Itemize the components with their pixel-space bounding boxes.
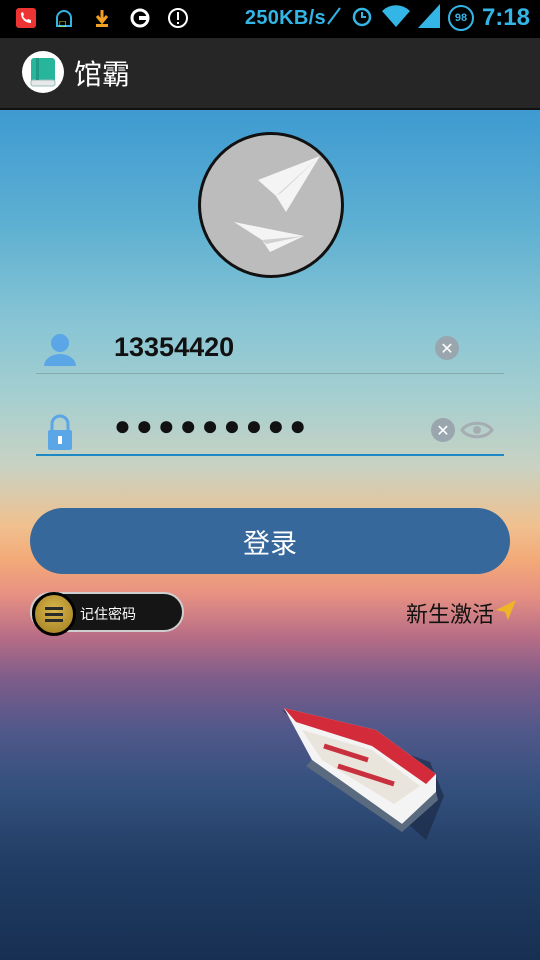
clear-username-icon[interactable]: ✕ (435, 336, 459, 360)
password-field[interactable]: ●●●●●●●●● ✕ (36, 410, 504, 456)
toggle-knob-icon[interactable] (32, 592, 76, 636)
lock-icon (48, 414, 72, 450)
password-input[interactable]: ●●●●●●●●● (114, 410, 311, 442)
activate-link[interactable]: 新生激活 (406, 597, 494, 629)
battery-icon: 98 (447, 5, 474, 31)
book-icon[interactable] (22, 51, 64, 93)
password-underline (36, 454, 504, 456)
status-bar: □ 250KB/s 98 7:18 (0, 0, 540, 38)
boat-image (282, 708, 444, 840)
user-icon (44, 334, 76, 366)
alarm-icon (350, 4, 374, 32)
notification-icons: □ (14, 6, 190, 30)
alert-icon (166, 6, 190, 30)
android-debug-icon: □ (52, 6, 76, 30)
net-speed: 250KB/s (244, 6, 326, 29)
battery-level: 98 (454, 12, 468, 24)
missed-call-icon (14, 6, 38, 30)
signal-icon (417, 4, 440, 32)
app-title: 馆霸 (74, 58, 131, 91)
logo-avatar (198, 132, 344, 278)
no-signal-icon (326, 6, 342, 30)
system-icons: 250KB/s 98 7:18 (245, 4, 530, 32)
wifi-icon (381, 5, 410, 31)
svg-text:□: □ (59, 19, 67, 28)
action-bar: 馆霸 (0, 38, 540, 110)
username-field[interactable]: 13354420 ✕ (36, 330, 504, 374)
show-password-icon[interactable] (460, 418, 494, 442)
username-input[interactable]: 13354420 (114, 332, 234, 363)
send-arrow-icon[interactable] (494, 598, 518, 622)
clear-password-icon[interactable]: ✕ (431, 418, 455, 442)
clock: 7:18 (481, 4, 530, 31)
remember-password-toggle[interactable]: 记住密码 (30, 592, 184, 636)
sync-icon (128, 6, 152, 30)
login-button[interactable]: 登录 (30, 508, 510, 574)
remember-password-label: 记住密码 (80, 607, 136, 623)
download-icon (90, 6, 114, 30)
username-underline (36, 373, 504, 374)
paper-plane-icon (234, 156, 320, 252)
